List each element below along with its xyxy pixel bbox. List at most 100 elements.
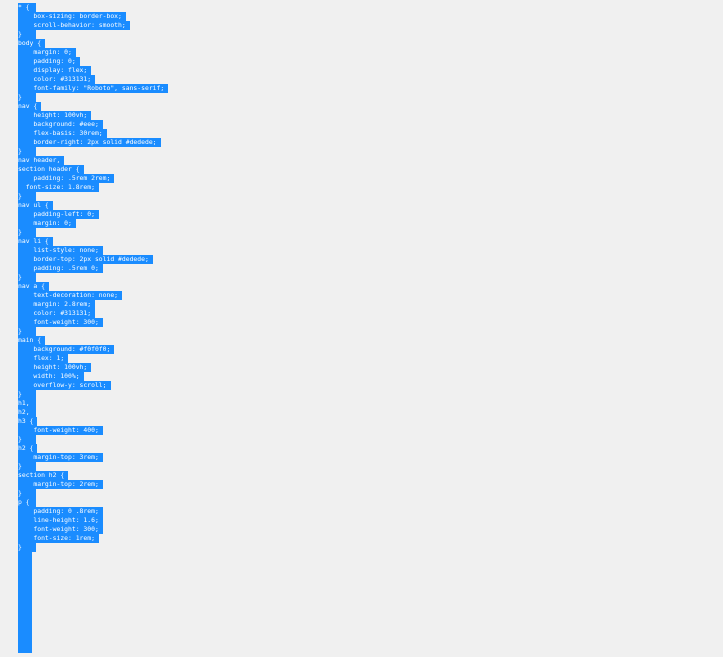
selected-code-text: font-size: 1.8rem; [18, 183, 99, 192]
code-line[interactable]: border-right: 2px solid #dedede; [18, 138, 718, 147]
selected-code-text: font-weight: 300; [18, 318, 103, 327]
selected-code-text: } [18, 462, 36, 471]
code-line[interactable]: nav { [18, 102, 718, 111]
selected-code-text: margin-top: 2rem; [18, 480, 103, 489]
code-line[interactable]: } [18, 228, 718, 237]
selected-code-text: margin: 0; [18, 219, 76, 228]
code-line[interactable]: h2, [18, 408, 718, 417]
selected-code-text: color: #313131; [18, 309, 96, 318]
code-line[interactable]: color: #313131; [18, 75, 718, 84]
code-line[interactable]: padding: 0 .8rem; [18, 507, 718, 516]
selected-code-text: text-decoration: none; [18, 291, 123, 300]
code-line[interactable]: list-style: none; [18, 246, 718, 255]
code-line[interactable]: * { [18, 3, 718, 12]
code-line[interactable]: nav a { [18, 282, 718, 291]
code-line[interactable]: main { [18, 336, 718, 345]
selected-code-text: h2 { [18, 444, 38, 453]
code-line[interactable]: padding: 0; [18, 57, 718, 66]
code-line[interactable]: overflow-y: scroll; [18, 381, 718, 390]
selected-code-text: } [18, 273, 36, 282]
code-line[interactable]: color: #313131; [18, 309, 718, 318]
code-line[interactable]: p { [18, 498, 718, 507]
selected-code-text: nav header, [18, 156, 65, 165]
selected-code-text: border-right: 2px solid #dedede; [18, 138, 161, 147]
code-line[interactable]: } [18, 327, 718, 336]
selected-code-text: body { [18, 39, 46, 48]
code-line[interactable]: } [18, 462, 718, 471]
code-line[interactable]: } [18, 273, 718, 282]
code-line[interactable]: flex-basis: 30rem; [18, 129, 718, 138]
code-line[interactable]: margin: 0; [18, 48, 718, 57]
selected-code-text: } [18, 543, 36, 552]
code-line[interactable]: font-size: 1rem; [18, 534, 718, 543]
code-line[interactable]: } [18, 435, 718, 444]
code-line[interactable]: padding-left: 0; [18, 210, 718, 219]
code-line[interactable]: height: 100vh; [18, 111, 718, 120]
selected-code-text: nav a { [18, 282, 49, 291]
selected-code-text: height: 100vh; [18, 363, 92, 372]
code-editor[interactable]: * { box-sizing: border-box; scroll-behav… [18, 3, 718, 552]
code-line[interactable]: background: #f0f0f0; [18, 345, 718, 354]
selected-code-text: border-top: 2px solid #dedede; [18, 255, 153, 264]
selected-code-text: overflow-y: scroll; [18, 381, 111, 390]
code-line[interactable]: } [18, 147, 718, 156]
code-line[interactable]: scroll-behavior: smooth; [18, 21, 718, 30]
code-line[interactable]: h3 { [18, 417, 718, 426]
selected-code-text: box-sizing: border-box; [18, 12, 126, 21]
code-line[interactable]: flex: 1; [18, 354, 718, 363]
selected-code-text: h1, [18, 399, 36, 408]
selected-code-text: * { [18, 3, 36, 12]
code-line[interactable]: border-top: 2px solid #dedede; [18, 255, 718, 264]
selected-code-text: flex-basis: 30rem; [18, 129, 107, 138]
code-line[interactable]: nav li { [18, 237, 718, 246]
selected-code-text: display: flex; [18, 66, 92, 75]
code-line[interactable]: font-size: 1.8rem; [18, 183, 718, 192]
code-line[interactable]: font-weight: 400; [18, 426, 718, 435]
selected-code-text: main { [18, 336, 46, 345]
code-line[interactable]: } [18, 390, 718, 399]
selected-code-text: } [18, 435, 36, 444]
code-line[interactable]: margin: 0; [18, 219, 718, 228]
code-line[interactable]: height: 100vh; [18, 363, 718, 372]
selected-code-text: font-weight: 300; [18, 525, 103, 534]
selected-code-text: padding: 0; [18, 57, 80, 66]
code-line[interactable]: section h2 { [18, 471, 718, 480]
code-line[interactable]: } [18, 543, 718, 552]
selected-code-text: height: 100vh; [18, 111, 92, 120]
code-line[interactable]: } [18, 30, 718, 39]
code-line[interactable]: font-weight: 300; [18, 318, 718, 327]
code-line[interactable]: margin-top: 2rem; [18, 480, 718, 489]
selected-code-text: section h2 { [18, 471, 69, 480]
code-line[interactable]: font-family: "Roboto", sans-serif; [18, 84, 718, 93]
code-line[interactable]: line-height: 1.6; [18, 516, 718, 525]
selected-code-text: font-size: 1rem; [18, 534, 99, 543]
code-line[interactable]: nav ul { [18, 201, 718, 210]
code-line[interactable]: } [18, 489, 718, 498]
code-line[interactable]: margin: 2.8rem; [18, 300, 718, 309]
selected-code-text: margin: 2.8rem; [18, 300, 96, 309]
code-line[interactable]: } [18, 192, 718, 201]
code-line[interactable]: padding: .5rem 0; [18, 264, 718, 273]
code-line[interactable]: display: flex; [18, 66, 718, 75]
code-line[interactable]: body { [18, 39, 718, 48]
selected-code-text: color: #313131; [18, 75, 96, 84]
code-line[interactable]: h2 { [18, 444, 718, 453]
selected-code-text: margin: 0; [18, 48, 76, 57]
code-line[interactable]: margin-top: 3rem; [18, 453, 718, 462]
code-line[interactable]: font-weight: 300; [18, 525, 718, 534]
code-line[interactable]: background: #eee; [18, 120, 718, 129]
selected-code-text: font-family: "Roboto", sans-serif; [18, 84, 169, 93]
code-line[interactable]: h1, [18, 399, 718, 408]
code-line[interactable]: nav header, [18, 156, 718, 165]
selected-code-text: } [18, 30, 36, 39]
selected-code-text: padding: .5rem 0; [18, 264, 103, 273]
selected-code-text: } [18, 93, 36, 102]
selected-code-text: padding-left: 0; [18, 210, 99, 219]
code-line[interactable]: width: 100%; [18, 372, 718, 381]
code-line[interactable]: text-decoration: none; [18, 291, 718, 300]
selected-code-text: line-height: 1.6; [18, 516, 103, 525]
code-line[interactable]: box-sizing: border-box; [18, 12, 718, 21]
code-line[interactable]: section header { [18, 165, 718, 174]
code-line[interactable]: padding: .5rem 2rem; [18, 174, 718, 183]
code-line[interactable]: } [18, 93, 718, 102]
